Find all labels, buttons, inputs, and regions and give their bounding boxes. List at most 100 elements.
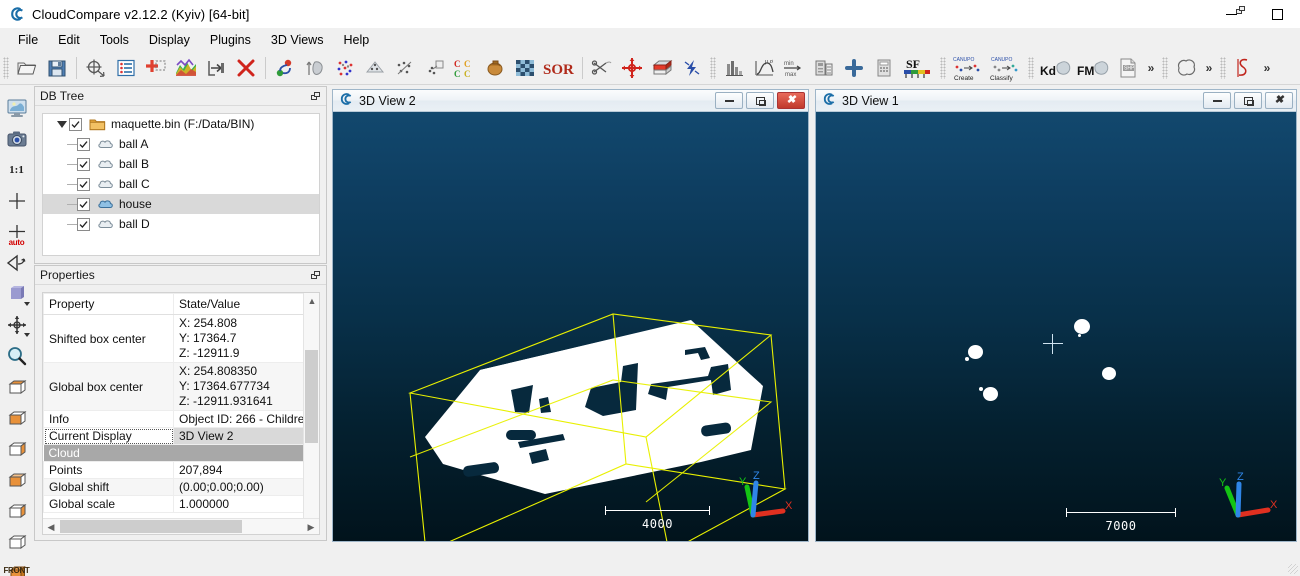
view-3d-view-1[interactable]: 3D View 1 ✖ 7000 X Y Z bbox=[815, 89, 1297, 542]
cut-icon[interactable] bbox=[587, 53, 617, 83]
colors-icon[interactable] bbox=[171, 53, 201, 83]
subsample-icon[interactable] bbox=[330, 53, 360, 83]
view-back-icon[interactable] bbox=[2, 464, 32, 495]
view-iso-front-icon[interactable]: FRONT bbox=[2, 557, 32, 576]
sra-curve-icon[interactable] bbox=[1229, 53, 1259, 83]
view-2-maximize-button[interactable] bbox=[746, 92, 774, 109]
prop-value-current-display[interactable]: 3D View 2 bbox=[174, 428, 304, 445]
lightning-icon[interactable] bbox=[677, 53, 707, 83]
toggle-orthographic-icon[interactable] bbox=[2, 247, 32, 278]
float-panel-icon[interactable] bbox=[311, 271, 320, 280]
add-point-icon[interactable] bbox=[141, 53, 171, 83]
toolbar-grip[interactable] bbox=[1028, 57, 1034, 79]
tree-row-ball-c[interactable]: ball C bbox=[43, 174, 319, 194]
chevron-down-icon[interactable] bbox=[24, 333, 30, 337]
minimize-button[interactable] bbox=[1208, 0, 1254, 28]
pick-rotation-center-icon[interactable] bbox=[2, 185, 32, 216]
db-tree-list[interactable]: maquette.bin (F:/Data/BIN) ball A ball B… bbox=[42, 113, 320, 256]
set-view-display-icon[interactable] bbox=[2, 92, 32, 123]
sf-gradient-icon[interactable]: SF bbox=[899, 53, 937, 83]
checkbox-ball-d[interactable] bbox=[77, 218, 90, 231]
toolbar-overflow-button[interactable]: » bbox=[1259, 54, 1275, 82]
checkbox-root[interactable] bbox=[69, 118, 82, 131]
checkerboard-icon[interactable] bbox=[510, 53, 540, 83]
register-icon[interactable] bbox=[420, 53, 450, 83]
canupo-classify-icon[interactable]: CANUPO Classify bbox=[987, 53, 1025, 83]
toolbar-overflow-button[interactable]: » bbox=[1201, 54, 1217, 82]
menu-file[interactable]: File bbox=[8, 30, 48, 50]
menu-3d-views[interactable]: 3D Views bbox=[261, 30, 334, 50]
view-top-icon[interactable] bbox=[2, 371, 32, 402]
scissors-cloud-icon[interactable] bbox=[390, 53, 420, 83]
float-panel-icon[interactable] bbox=[1236, 6, 1245, 15]
toolbar-overflow-button[interactable]: » bbox=[1143, 54, 1159, 82]
scroll-up-icon[interactable]: ▲ bbox=[304, 293, 320, 309]
scroll-right-icon[interactable]: ▶ bbox=[303, 519, 319, 535]
camera-snapshot-icon[interactable] bbox=[2, 123, 32, 154]
table-row[interactable]: Global box center X: 254.808350 Y: 17364… bbox=[44, 363, 304, 411]
open-file-icon[interactable] bbox=[12, 53, 42, 83]
tree-row-root[interactable]: maquette.bin (F:/Data/BIN) bbox=[43, 114, 319, 134]
tree-row-ball-b[interactable]: ball B bbox=[43, 154, 319, 174]
global-shift-icon[interactable] bbox=[81, 53, 111, 83]
auto-pick-rotation-center-icon[interactable]: auto bbox=[2, 216, 32, 247]
section-icon[interactable] bbox=[647, 53, 677, 83]
view-2-title-bar[interactable]: 3D View 2 ✖ bbox=[333, 90, 808, 112]
tree-row-house[interactable]: house bbox=[43, 194, 319, 214]
toolbar-grip[interactable] bbox=[1220, 57, 1226, 79]
menu-tools[interactable]: Tools bbox=[90, 30, 139, 50]
menu-plugins[interactable]: Plugins bbox=[200, 30, 261, 50]
poisson-recon-icon[interactable] bbox=[1171, 53, 1201, 83]
min-max-icon[interactable]: min max bbox=[779, 53, 809, 83]
move-object-icon[interactable] bbox=[2, 309, 32, 340]
plus-icon[interactable] bbox=[839, 53, 869, 83]
view-1-gl-canvas[interactable]: 7000 X Y Z bbox=[816, 112, 1296, 541]
view-bottom-icon[interactable] bbox=[2, 402, 32, 433]
checkbox-house[interactable] bbox=[77, 198, 90, 211]
zoom-global-icon[interactable] bbox=[2, 340, 32, 371]
vertical-scroll-thumb[interactable] bbox=[305, 350, 318, 443]
normals-icon[interactable] bbox=[300, 53, 330, 83]
table-row-current-display[interactable]: Current Display 3D View 2 bbox=[44, 428, 304, 445]
horizontal-scroll-thumb[interactable] bbox=[60, 520, 242, 533]
properties-vertical-scrollbar[interactable]: ▲ ▼ bbox=[303, 293, 319, 534]
view-2-close-button[interactable]: ✖ bbox=[777, 92, 805, 109]
properties-horizontal-scrollbar[interactable]: ◀ ▶ bbox=[43, 518, 319, 534]
translate-rotate-icon[interactable] bbox=[617, 53, 647, 83]
checkbox-ball-b[interactable] bbox=[77, 158, 90, 171]
view-2-gl-canvas[interactable]: 4000 X Y Z bbox=[333, 112, 808, 541]
checkbox-ball-c[interactable] bbox=[77, 178, 90, 191]
clone-icon[interactable] bbox=[270, 53, 300, 83]
default-color-icon[interactable] bbox=[2, 278, 32, 309]
view-right-icon[interactable] bbox=[2, 526, 32, 557]
window-resize-grip[interactable] bbox=[1288, 564, 1298, 574]
toolbar-grip[interactable] bbox=[940, 57, 946, 79]
menu-help[interactable]: Help bbox=[333, 30, 379, 50]
kd-tree-icon[interactable]: Kd bbox=[1037, 53, 1075, 83]
tree-row-ball-a[interactable]: ball A bbox=[43, 134, 319, 154]
menu-edit[interactable]: Edit bbox=[48, 30, 90, 50]
toolbar-grip[interactable] bbox=[710, 57, 716, 79]
table-row[interactable]: Global scale 1.000000 bbox=[44, 496, 304, 513]
view-1-title-bar[interactable]: 3D View 1 ✖ bbox=[816, 90, 1296, 112]
view-1-minimize-button[interactable] bbox=[1203, 92, 1231, 109]
view-1-close-button[interactable]: ✖ bbox=[1265, 92, 1293, 109]
table-row[interactable]: Shifted box center X: 254.808 Y: 17364.7… bbox=[44, 315, 304, 363]
float-panel-icon[interactable] bbox=[311, 92, 320, 101]
merge-icon[interactable] bbox=[201, 53, 231, 83]
view-2-minimize-button[interactable] bbox=[715, 92, 743, 109]
segment-mesh-icon[interactable] bbox=[360, 53, 390, 83]
calculator-icon[interactable] bbox=[869, 53, 899, 83]
histogram-icon[interactable] bbox=[719, 53, 749, 83]
checkbox-ball-a[interactable] bbox=[77, 138, 90, 151]
toolbar-grip[interactable] bbox=[1162, 57, 1168, 79]
view-left-icon[interactable] bbox=[2, 495, 32, 526]
table-row[interactable]: Info Object ID: 266 - Children: ( bbox=[44, 411, 304, 428]
properties-table-container[interactable]: Property State/Value Shifted box center … bbox=[42, 292, 320, 535]
view-3d-view-2[interactable]: 3D View 2 ✖ 4000 X Y Z bbox=[332, 89, 809, 542]
save-icon[interactable] bbox=[42, 53, 72, 83]
sor-filter-icon[interactable]: SOR bbox=[540, 53, 578, 83]
canupo-create-icon[interactable]: CANUPO Create bbox=[949, 53, 987, 83]
expand-collapse-icon[interactable] bbox=[55, 121, 69, 128]
boxing-icon[interactable] bbox=[480, 53, 510, 83]
